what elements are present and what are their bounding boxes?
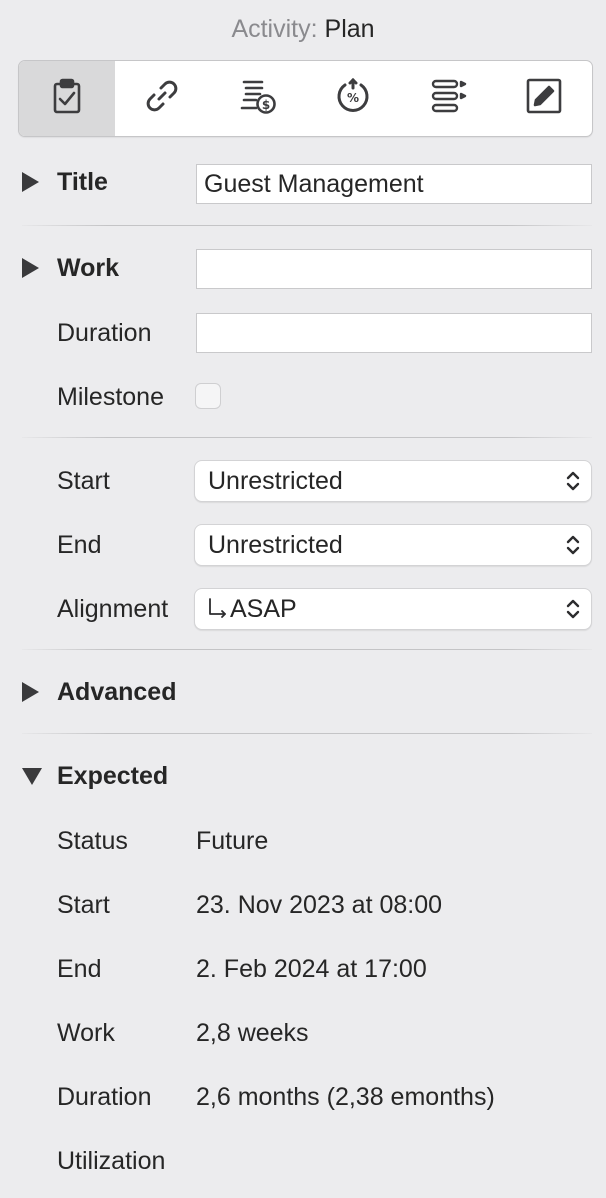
header-label: Activity: [231,15,318,43]
start-select[interactable]: Unrestricted [194,460,592,502]
expected-disclosure[interactable]: Expected [22,761,168,791]
expected-heading: Expected [57,762,169,790]
inspector-header: Activity: Plan [0,14,606,44]
expected-end-label: End [57,955,102,983]
duration-label: Duration [57,319,152,347]
end-select-value: Unrestricted [208,531,343,559]
tab-costs[interactable]: $ [210,61,306,136]
divider [22,733,592,734]
chevron-updown-icon [566,471,580,491]
tab-dependencies[interactable] [115,61,211,136]
alignment-select[interactable]: ASAP [194,588,592,630]
expected-utilization-label: Utilization [57,1147,166,1175]
disclosure-triangle-open-icon [22,767,42,785]
advanced-disclosure[interactable]: Advanced [22,677,176,707]
duration-field[interactable] [196,313,592,353]
expected-work-label: Work [57,1019,115,1047]
align-arrow-icon [209,598,226,618]
expected-duration-label: Duration [57,1083,152,1111]
milestone-checkbox[interactable] [195,383,221,409]
milestone-label: Milestone [57,383,164,411]
alignment-label: Alignment [57,595,169,623]
divider [22,649,592,650]
work-heading: Work [57,254,120,282]
link-icon [142,76,182,121]
tab-plan[interactable] [19,61,115,136]
divider [22,225,592,226]
expected-start-value: 23. Nov 2023 at 08:00 [196,891,443,919]
percent-progress-icon: % [333,76,373,121]
clipboard-check-icon [47,76,87,121]
expected-work-value: 2,8 weeks [196,1019,309,1047]
end-label: End [57,531,102,559]
expected-status-value: Future [196,827,269,855]
disclosure-triangle-icon [22,258,39,278]
disclosure-triangle-icon [22,172,39,192]
alignment-select-value: ASAP [230,595,297,623]
start-select-value: Unrestricted [208,467,343,495]
svg-text:%: % [347,91,359,105]
advanced-heading: Advanced [57,678,177,706]
title-field[interactable]: Guest Management [196,164,592,204]
chevron-updown-icon [566,599,580,619]
tab-progress[interactable]: % [306,61,402,136]
end-select[interactable]: Unrestricted [194,524,592,566]
work-field[interactable] [196,249,592,289]
tab-notes[interactable] [497,61,593,136]
cost-list-icon: $ [238,76,278,121]
title-disclosure[interactable]: Title [22,167,108,197]
header-value: Plan [324,15,375,43]
expected-end-value: 2. Feb 2024 at 17:00 [196,955,427,983]
expected-start-label: Start [57,891,110,919]
expected-duration-value: 2,6 months (2,38 emonths) [196,1083,495,1111]
work-disclosure[interactable]: Work [22,253,119,283]
inspector-toolbar: $ % [18,60,593,137]
disclosure-triangle-icon [22,682,39,702]
checklist-icon [429,76,469,121]
svg-text:$: $ [262,98,270,112]
divider [22,437,592,438]
chevron-updown-icon [566,535,580,555]
start-label: Start [57,467,110,495]
title-heading: Title [57,168,108,196]
tab-checklist[interactable] [401,61,497,136]
pencil-edit-icon [524,76,564,121]
expected-status-label: Status [57,827,128,855]
